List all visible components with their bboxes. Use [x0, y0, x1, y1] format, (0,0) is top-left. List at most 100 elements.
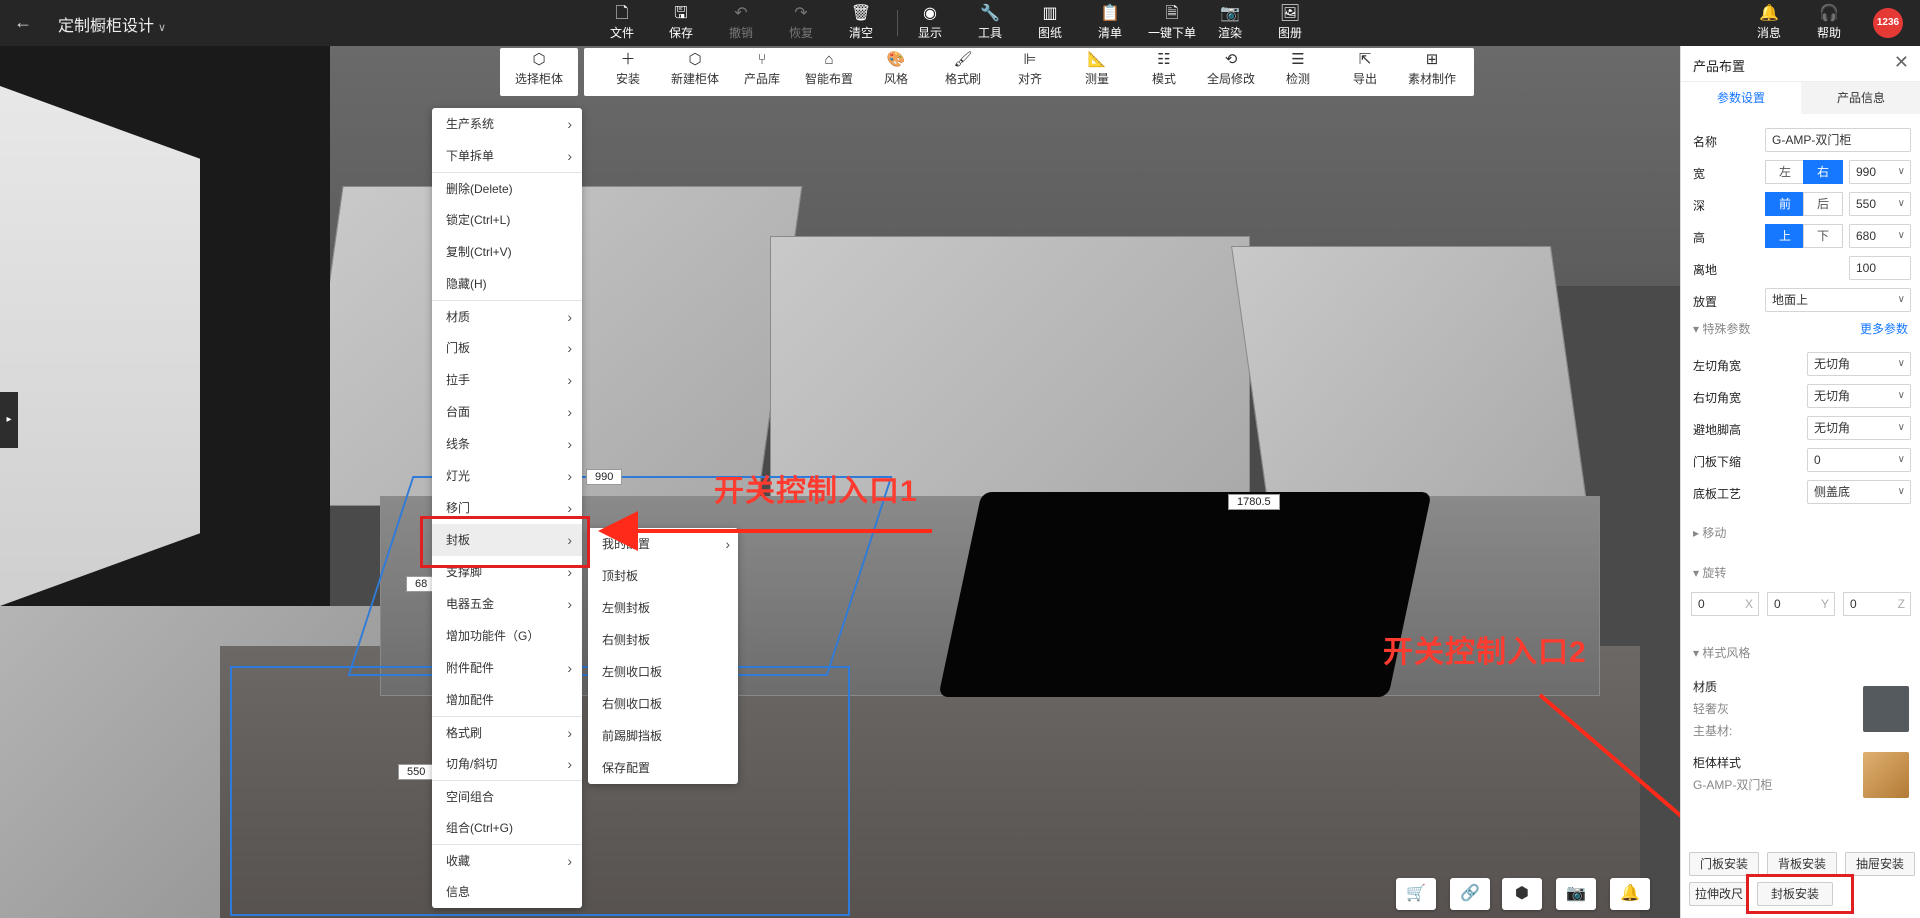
align-button[interactable]: ⊫ 对齐 [998, 48, 1062, 88]
menu-item-favorite[interactable]: 收藏 › [432, 844, 582, 876]
submenu-item-my-config[interactable]: 我的配置 › [588, 528, 738, 560]
submenu-item-save-config[interactable]: 保存配置 [588, 752, 738, 784]
menu-item-accessories[interactable]: 附件配件 › [432, 652, 582, 684]
menu-item-light[interactable]: 灯光 › [432, 460, 582, 492]
select-cabinet-button[interactable]: ⬡ 选择柜体 [507, 48, 571, 88]
toolbar-display-button[interactable]: ◉ 显示 [905, 4, 955, 42]
left-cut-select[interactable]: 无切角 ∨ [1807, 352, 1911, 376]
toolbar-file-button[interactable]: 🗋 文件 [597, 4, 647, 42]
style-button[interactable]: 🎨 风格 [864, 48, 928, 88]
left-panel-toggle[interactable]: ▸ [0, 392, 18, 448]
depth-back-toggle[interactable]: 后 [1803, 192, 1843, 216]
bell-check-icon[interactable]: 🔔 [1610, 878, 1650, 910]
toolbar-redo-button[interactable]: ↷ 恢复 [776, 4, 826, 42]
tab-param-settings[interactable]: 参数设置 [1681, 82, 1801, 114]
back-panel-install-button[interactable]: 背板安装 [1767, 852, 1837, 876]
global-edit-button[interactable]: ⟲ 全局修改 [1199, 48, 1263, 88]
menu-item-delete[interactable]: 删除(Delete) [432, 172, 582, 204]
height-down-toggle[interactable]: 下 [1803, 224, 1843, 248]
menu-item-order-split[interactable]: 下单拆单 › [432, 140, 582, 172]
install-button[interactable]: ＋安装 [596, 48, 660, 88]
arrow-left-icon[interactable]: ← [14, 12, 32, 33]
menu-item-add-accessory[interactable]: 增加配件 [432, 684, 582, 716]
toolbar-drawings-button[interactable]: ▥ 图纸 [1025, 4, 1075, 42]
submenu-item-right-board[interactable]: 右侧封板 [588, 624, 738, 656]
menu-item-door[interactable]: 门板 › [432, 332, 582, 364]
more-params-link[interactable]: 更多参数 [1860, 320, 1908, 337]
box-icon[interactable]: ⬢ [1502, 878, 1542, 910]
height-select[interactable]: 680 ∨ [1849, 224, 1911, 248]
width-right-toggle[interactable]: 右 [1803, 160, 1843, 184]
toolbar-render-button[interactable]: 📷 渲染 [1205, 4, 1255, 42]
submenu-item-front-kick[interactable]: 前踢脚挡板 [588, 720, 738, 752]
camera-refresh-icon[interactable]: 📷 [1556, 878, 1596, 910]
menu-item-production[interactable]: 生产系统 › [432, 108, 582, 140]
menu-item-add-function[interactable]: 增加功能件（G） [432, 620, 582, 652]
smart-layout-button[interactable]: ⌂ 智能布置 [797, 48, 861, 88]
menu-item-appliance-hardware[interactable]: 电器五金 › [432, 588, 582, 620]
menu-item-countertop[interactable]: 台面 › [432, 396, 582, 428]
menu-item-hide[interactable]: 隐藏(H) [432, 268, 582, 300]
special-params-section[interactable]: ▾ 特殊参数 [1693, 320, 1750, 337]
submenu-item-top-board[interactable]: 顶封板 [588, 560, 738, 592]
ground-input[interactable]: 100 [1849, 256, 1911, 280]
material-thumbnail[interactable] [1863, 686, 1909, 732]
new-cabinet-button[interactable]: ⬡ 新建柜体 [663, 48, 727, 88]
width-left-toggle[interactable]: 左 [1765, 160, 1805, 184]
stretch-resize-button[interactable]: 拉伸改尺 [1689, 882, 1749, 906]
width-select[interactable]: 990 ∨ [1849, 160, 1911, 184]
tab-product-info[interactable]: 产品信息 [1801, 82, 1920, 114]
product-library-button[interactable]: ⑂ 产品库 [730, 48, 794, 88]
toolbar-undo-button[interactable]: ↶ 撤销 [716, 4, 766, 42]
avoid-feet-select[interactable]: 无切角 ∨ [1807, 416, 1911, 440]
mode-button[interactable]: ☷ 模式 [1132, 48, 1196, 88]
menu-item-bevel[interactable]: 切角/斜切 › [432, 748, 582, 780]
toolbar-tools-button[interactable]: 🔧 工具 [965, 4, 1015, 42]
depth-front-toggle[interactable]: 前 [1765, 192, 1805, 216]
door-install-button[interactable]: 门板安装 [1689, 852, 1759, 876]
toolbar-clear-button[interactable]: 🗑 清空 [836, 4, 886, 42]
depth-select[interactable]: 550 ∨ [1849, 192, 1911, 216]
rotate-y-input[interactable]: 0Y [1767, 592, 1835, 616]
format-brush-button[interactable]: 🖌 格式刷 [931, 48, 995, 88]
rotate-x-input[interactable]: 0X [1691, 592, 1759, 616]
export-button[interactable]: ⇱ 导出 [1333, 48, 1397, 88]
cabinet-style-thumbnail[interactable] [1863, 752, 1909, 798]
rotate-z-input[interactable]: 0Z [1843, 592, 1911, 616]
height-up-toggle[interactable]: 上 [1765, 224, 1805, 248]
submenu-item-right-trim[interactable]: 右侧收口板 [588, 688, 738, 720]
cart-icon[interactable]: 🛒 [1396, 878, 1436, 910]
submenu-item-left-board[interactable]: 左侧封板 [588, 592, 738, 624]
bottom-craft-select[interactable]: 侧盖底 ∨ [1807, 480, 1911, 504]
link-icon[interactable]: 🔗 [1450, 878, 1490, 910]
menu-item-info[interactable]: 信息 [432, 876, 582, 908]
measure-button[interactable]: 📐 测量 [1065, 48, 1129, 88]
name-input[interactable]: G-AMP-双门柜 [1765, 128, 1911, 152]
check-button[interactable]: ☰ 检测 [1266, 48, 1330, 88]
menu-item-lines[interactable]: 线条 › [432, 428, 582, 460]
toolbar-order-button[interactable]: 🗎 一键下单 [1145, 4, 1199, 42]
toolbar-list-button[interactable]: 📋 清单 [1085, 4, 1135, 42]
messages-button[interactable]: 🔔 消息 [1744, 4, 1794, 42]
submenu-item-left-trim[interactable]: 左侧收口板 [588, 656, 738, 688]
right-cut-select[interactable]: 无切角 ∨ [1807, 384, 1911, 408]
menu-item-handle[interactable]: 拉手 › [432, 364, 582, 396]
rotate-section[interactable]: ▾ 旋转 [1693, 564, 1726, 581]
style-section[interactable]: ▾ 样式风格 [1693, 644, 1750, 661]
drawer-install-button[interactable]: 抽屉安装 [1845, 852, 1915, 876]
place-select[interactable]: 地面上 ∨ [1765, 288, 1911, 312]
menu-item-material[interactable]: 材质 › [432, 300, 582, 332]
menu-item-space-group[interactable]: 空间组合 [432, 780, 582, 812]
move-section[interactable]: ▸ 移动 [1693, 524, 1726, 541]
menu-item-group[interactable]: 组合(Ctrl+G) [432, 812, 582, 844]
material-making-button[interactable]: ⊞ 素材制作 [1400, 48, 1464, 88]
project-title-dropdown[interactable]: 定制橱柜设计 ∨ [58, 12, 166, 36]
close-icon[interactable]: ✕ [1894, 52, 1909, 73]
menu-item-copy[interactable]: 复制(Ctrl+V) [432, 236, 582, 268]
menu-item-format-brush[interactable]: 格式刷 › [432, 716, 582, 748]
door-shrink-select[interactable]: 0 ∨ [1807, 448, 1911, 472]
menu-item-lock[interactable]: 锁定(Ctrl+L) [432, 204, 582, 236]
avatar[interactable]: 1236 [1873, 8, 1903, 38]
toolbar-save-button[interactable]: 🖫 保存 [656, 4, 706, 42]
help-button[interactable]: 🎧 帮助 [1804, 4, 1854, 42]
